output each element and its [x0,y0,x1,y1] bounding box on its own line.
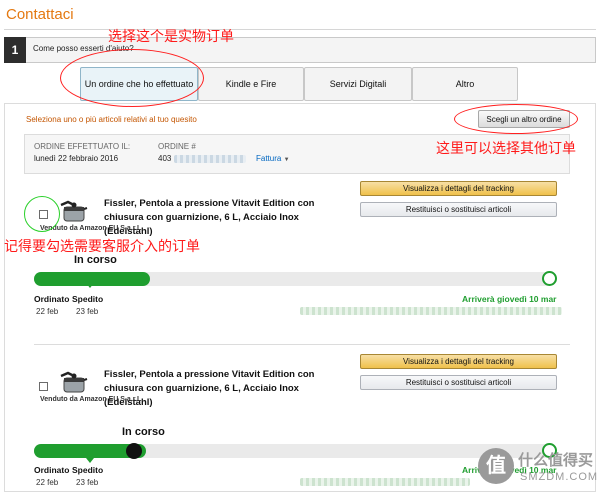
invoice-link[interactable]: Fattura ▼ [256,154,290,163]
step-shipped-label: Spedito [72,465,104,475]
tab-label: Kindle e Fire [225,79,277,89]
watermark-badge: 值 [478,448,514,484]
invoice-link-label: Fattura [256,154,282,163]
step-shipped-date: 23 feb [76,478,99,487]
product-name[interactable]: Fissler, Pentola a pressione Vitavit Edi… [104,368,344,410]
order-number-redacted [174,155,246,163]
order-placed-label: ORDINE EFFETTUATO IL: [34,142,131,151]
tracking-details-button[interactable]: Visualizza i dettagli del tracking [360,354,557,369]
title-divider [4,29,596,30]
step-ordered-label: Ordinato [34,465,70,475]
step-shipped-label: Spedito [72,294,104,304]
watermark-line1: 什么值得买 [518,451,594,469]
chevron-down-icon: ▼ [283,157,290,163]
product-name[interactable]: Fissler, Pentola a pressione Vitavit Edi… [104,197,344,239]
seller-info: Venduto da Amazon EU S.a.r.L. [40,225,144,232]
tab-label: Servizi Digitali [329,79,387,89]
shipment-status: In corso [122,426,165,438]
order-placed-date: lunedì 22 febbraio 2016 [34,154,119,163]
tab-kindle-fire[interactable]: Kindle e Fire [198,67,304,101]
step-number: 1 [4,37,26,63]
arrival-estimate: Arriverà giovedì 10 mar [462,294,557,304]
return-replace-button[interactable]: Restituisci o sostituisci articoli [360,375,557,390]
progress-pointer [86,283,94,288]
annotation-check-item: 记得要勾选需要客服介入的订单 [4,239,200,255]
tab-other[interactable]: Altro [412,67,518,101]
page-title: Contattaci [6,6,74,23]
annotation-circle-checkbox [24,196,60,232]
watermark-line2: SMZDM.COM [520,471,599,483]
order-number-label: ORDINE # [158,142,196,151]
tab-label: Altro [455,79,475,89]
tracking-details-button[interactable]: Visualizza i dettagli del tracking [360,181,557,196]
destination-circle-icon [542,271,557,286]
select-items-hint: Seleziona uno o più articoli relativi al… [26,115,197,124]
step-shipped-date: 23 feb [76,307,99,316]
step-ordered-date: 22 feb [36,307,59,316]
tracking-number-redacted [300,307,562,315]
annotation-choose-other: 这里可以选择其他订单 [436,141,576,157]
item-divider [34,344,570,345]
seller-info: Venduto da Amazon EU S.a.r.L. [40,396,144,403]
progress-pointer [86,458,94,463]
tracking-number-redacted [300,478,470,486]
step-ordered-label: Ordinato [34,294,70,304]
annotation-ellipse-tab [60,49,204,107]
annotation-select-order: 选择这个是实物订单 [108,29,234,45]
item-checkbox[interactable] [39,382,48,391]
progress-marker [126,443,142,459]
return-replace-button[interactable]: Restituisci o sostituisci articoli [360,202,557,217]
annotation-ellipse-other-order [454,104,578,134]
step-ordered-date: 22 feb [36,478,59,487]
tab-digital-services[interactable]: Servizi Digitali [304,67,412,101]
order-number: 403 [158,154,172,163]
